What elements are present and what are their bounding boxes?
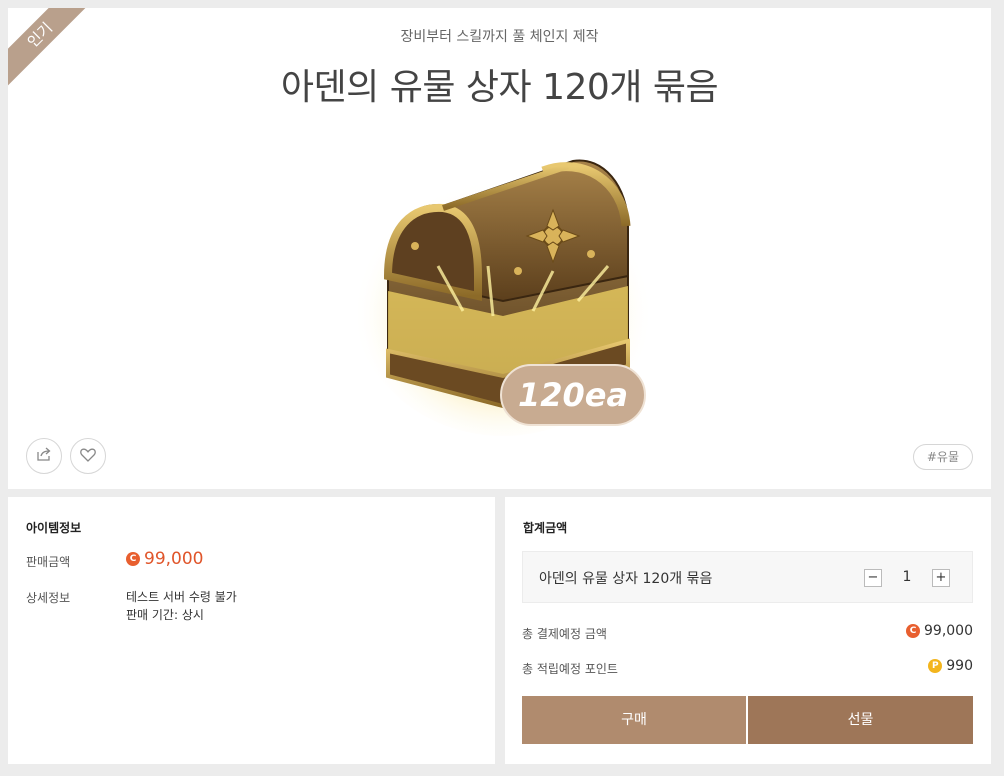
total-panel: 합계금액 아덴의 유물 상자 120개 묶음 − 1 + 총 결제예정 금액 C… (505, 497, 991, 764)
share-icon (36, 446, 52, 466)
selected-item: 아덴의 유물 상자 120개 묶음 − 1 + (522, 551, 973, 603)
quantity-minus-button[interactable]: − (864, 569, 882, 587)
quantity-badge: 120ea (500, 364, 646, 426)
tag-relic[interactable]: #유물 (912, 444, 973, 470)
total-point-amount: P 990 (928, 658, 973, 674)
total-pay-amount: C 99,000 (906, 623, 973, 639)
total-point-label: 총 적립예정 포인트 (522, 662, 618, 676)
detail-line-1: 테스트 서버 수령 불가 (126, 590, 237, 604)
item-info-heading: 아이템정보 (26, 521, 82, 535)
coin-c-icon: C (906, 624, 920, 638)
detail-text: 테스트 서버 수령 불가 판매 기간: 상시 (126, 588, 237, 624)
product-panel: 인기 장비부터 스킬까지 풀 체인지 제작 아덴의 유물 상자 120개 묶음 (8, 8, 991, 489)
product-subtitle: 장비부터 스킬까지 풀 체인지 제작 (400, 29, 599, 45)
coin-c-icon: C (126, 552, 140, 566)
product-title: 아덴의 유물 상자 120개 묶음 (280, 67, 719, 108)
total-pay-value: 99,000 (924, 623, 973, 639)
buy-button[interactable]: 구매 (522, 696, 746, 744)
selected-item-name: 아덴의 유물 상자 120개 묶음 (539, 571, 713, 587)
detail-label: 상세정보 (26, 591, 71, 605)
price-label: 판매금액 (26, 555, 71, 569)
like-button[interactable] (70, 438, 106, 474)
gift-button[interactable]: 선물 (748, 696, 973, 744)
coin-p-icon: P (928, 659, 943, 673)
detail-line-2: 판매 기간: 상시 (126, 608, 204, 622)
share-button[interactable] (26, 438, 62, 474)
sale-price: C 99,000 (126, 549, 203, 569)
sale-price-value: 99,000 (144, 549, 204, 569)
total-point-value: 990 (946, 658, 973, 674)
total-heading: 합계금액 (523, 521, 568, 535)
quantity-value: 1 (902, 569, 912, 585)
quantity-plus-button[interactable]: + (932, 569, 950, 587)
item-info-panel: 아이템정보 판매금액 C 99,000 상세정보 테스트 서버 수령 불가 판매… (8, 497, 495, 764)
heart-icon (80, 447, 96, 466)
total-pay-label: 총 결제예정 금액 (522, 627, 607, 641)
